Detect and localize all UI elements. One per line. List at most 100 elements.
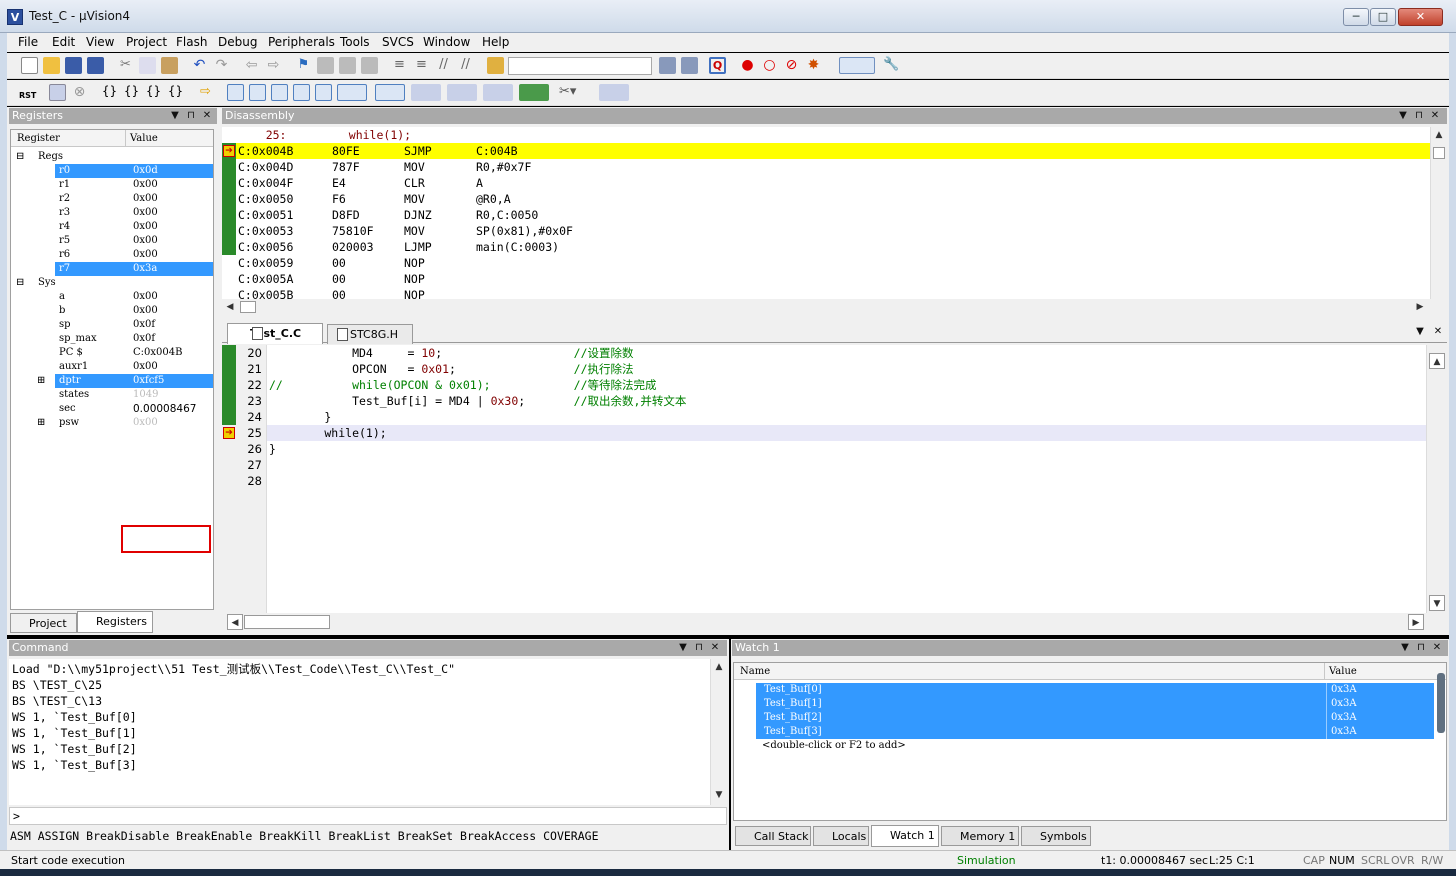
cut-icon[interactable]: ✂ [117, 57, 134, 74]
disasm-line[interactable]: C:0x0051 D8FD DJNZ R0,C:0050 [236, 207, 1426, 223]
tab-symbols[interactable]: Symbols [1021, 826, 1091, 846]
insert-breakpoint-icon[interactable]: ● [739, 57, 756, 74]
tab-watch-1[interactable]: Watch 1 [871, 825, 939, 847]
system-viewer-dropdown[interactable] [519, 84, 549, 101]
menu-window[interactable]: Window [423, 35, 470, 49]
kill-all-breakpoints-icon[interactable]: ✸ [805, 57, 822, 74]
register-row-b[interactable]: b 0x00 [11, 304, 213, 318]
trace-window-dropdown[interactable] [483, 84, 513, 101]
register-value[interactable]: 0x0d [125, 164, 213, 178]
register-row-dptr[interactable]: dptr 0xfcf5 ⊞ [11, 374, 213, 388]
disasm-line[interactable]: C:0x0050 F6 MOV @R0,A [236, 191, 1426, 207]
toolbox-dropdown[interactable]: ✂▾ [559, 84, 589, 101]
disasm-line[interactable]: C:0x004D 787F MOV R0,#0x7F [236, 159, 1426, 175]
watch-menu-icon[interactable]: ▼ [1399, 640, 1411, 656]
watch-value[interactable]: 0x3A [1326, 725, 1357, 739]
menu-view[interactable]: View [86, 35, 114, 49]
register-row-sp_max[interactable]: sp_max 0x0f [11, 332, 213, 346]
menu-debug[interactable]: Debug [218, 35, 257, 49]
find-combo[interactable] [508, 57, 652, 75]
comment-icon[interactable]: // [435, 57, 452, 74]
tab-call-stack[interactable]: Call Stack [735, 826, 811, 846]
editor-hscroll-thumb[interactable] [244, 615, 330, 629]
register-row-a[interactable]: a 0x00 [11, 290, 213, 304]
disassembly-window-icon[interactable] [249, 84, 266, 101]
register-value[interactable]: 0x3a [125, 262, 213, 276]
register-value[interactable]: 0x00 [125, 192, 213, 206]
register-row-r1[interactable]: r1 0x00 [11, 178, 213, 192]
register-value[interactable]: 0.00008467 [125, 402, 213, 416]
serial-window-dropdown[interactable] [411, 84, 441, 101]
register-value[interactable]: C:0x004B [125, 346, 213, 360]
watch-add-hint[interactable]: <double-click or F2 to add> [762, 739, 906, 753]
register-value[interactable]: 0x0f [125, 318, 213, 332]
disasm-close-icon[interactable]: ✕ [1429, 108, 1441, 124]
watch-row[interactable]: Test_Buf[3] 0x3A [756, 725, 1434, 739]
reset-cpu-icon[interactable]: RST [19, 84, 36, 101]
paste-icon[interactable] [161, 57, 178, 74]
disasm-pin-icon[interactable]: ⊓ [1413, 108, 1425, 124]
register-row-pc[interactable]: PC $ C:0x004B [11, 346, 213, 360]
command-vscroll[interactable]: ▲ ▼ [710, 659, 727, 805]
memory-window-dropdown[interactable] [375, 84, 405, 101]
editor-scroll-left-icon[interactable]: ◀ [227, 614, 243, 630]
command-pin-icon[interactable]: ⊓ [693, 640, 705, 656]
watch-col-name[interactable]: Name [740, 663, 770, 680]
register-row-psw[interactable]: psw 0x00 ⊞ [11, 416, 213, 430]
register-value[interactable]: 1049 [125, 388, 213, 402]
watch-window-dropdown[interactable] [337, 84, 367, 101]
register-value[interactable]: 0x00 [125, 248, 213, 262]
registers-window-icon[interactable] [293, 84, 310, 101]
disasm-line[interactable]: C:0x0056 020003 LJMP main(C:0003) [236, 239, 1426, 255]
watch-row[interactable]: Test_Buf[2] 0x3A [756, 711, 1434, 725]
call-stack-window-icon[interactable] [315, 84, 332, 101]
register-value[interactable]: 0xfcf5 [125, 374, 213, 388]
register-row-r7[interactable]: r7 0x3a [11, 262, 213, 276]
step-out-icon[interactable]: {} [145, 84, 162, 101]
command-close-icon[interactable]: ✕ [709, 640, 721, 656]
register-value[interactable]: 0x00 [125, 416, 213, 430]
register-value[interactable]: 0x00 [125, 220, 213, 234]
watch-row[interactable]: Test_Buf[1] 0x3A [756, 697, 1434, 711]
uncomment-icon[interactable]: // [457, 57, 474, 74]
stop-icon[interactable]: ⊗ [71, 84, 88, 101]
disasm-line[interactable]: C:0x005B 00 NOP [236, 287, 1426, 299]
register-row-sp[interactable]: sp 0x0f [11, 318, 213, 332]
register-value[interactable]: 0x00 [125, 206, 213, 220]
register-row-r3[interactable]: r3 0x00 [11, 206, 213, 220]
incremental-find-icon[interactable] [659, 57, 676, 74]
scroll-thumb[interactable] [1433, 147, 1445, 159]
disasm-line[interactable]: C:0x005A 00 NOP [236, 271, 1426, 287]
menu-project[interactable]: Project [126, 35, 167, 49]
command-input[interactable]: > [9, 807, 727, 825]
tab-registers[interactable]: Registers [77, 611, 153, 633]
tab-locals[interactable]: Locals [813, 826, 869, 846]
register-row-sec[interactable]: sec 0.00008467 [11, 402, 213, 416]
scroll-up-icon[interactable]: ▲ [1431, 127, 1447, 143]
next-bookmark-icon[interactable] [339, 57, 356, 74]
debug-settings-icon[interactable] [681, 57, 698, 74]
register-row-r5[interactable]: r5 0x00 [11, 234, 213, 248]
register-row-states[interactable]: states 1049 [11, 388, 213, 402]
disasm-line[interactable]: C:0x004B 80FE SJMP C:004B [236, 143, 1426, 159]
sys-expander[interactable]: ⊟ [16, 276, 24, 290]
menu-svcs[interactable]: SVCS [382, 35, 414, 49]
step-over-icon[interactable]: {} [123, 84, 140, 101]
register-row-r0[interactable]: r0 0x0d [11, 164, 213, 178]
expand-icon[interactable]: ⊞ [37, 374, 45, 388]
close-button[interactable]: ✕ [1398, 8, 1443, 26]
watch-value[interactable]: 0x3A [1326, 683, 1357, 697]
register-value[interactable]: 0x00 [125, 304, 213, 318]
watch-col-value[interactable]: Value [1324, 663, 1357, 680]
unindent-icon[interactable]: ≡ [413, 57, 430, 74]
nav-back-icon[interactable]: ⇦ [243, 57, 260, 74]
editor-scroll-right-icon[interactable]: ▶ [1408, 614, 1424, 630]
redo-icon[interactable]: ↷ [213, 57, 230, 74]
expand-icon[interactable]: ⊞ [37, 416, 45, 430]
register-value[interactable]: 0x00 [125, 234, 213, 248]
register-value[interactable]: 0x00 [125, 178, 213, 192]
editor-scroll-up-icon[interactable]: ▲ [1429, 353, 1445, 369]
sys-group-label[interactable]: Sys [38, 276, 56, 290]
scroll-right-icon[interactable]: ▶ [1412, 299, 1428, 315]
menu-peripherals[interactable]: Peripherals [268, 35, 335, 49]
